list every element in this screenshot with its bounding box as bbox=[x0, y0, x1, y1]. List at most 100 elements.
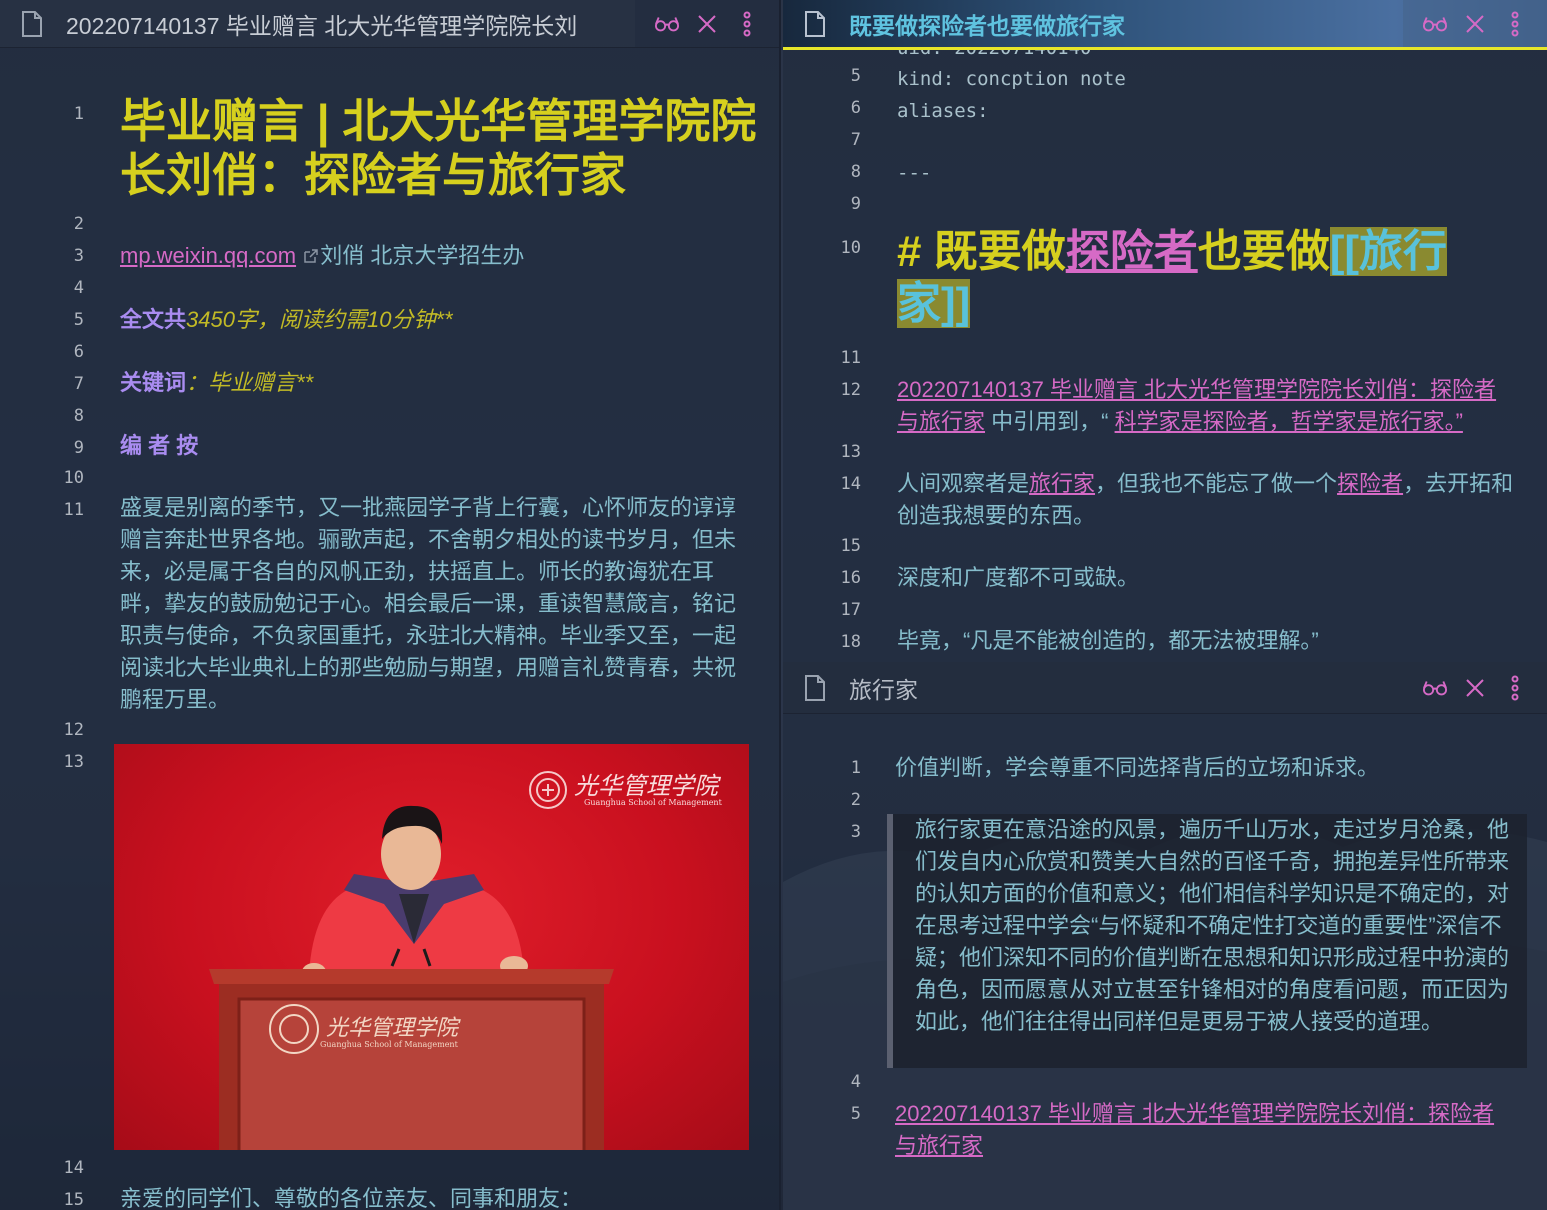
frontmatter-uid: uid: 202207140140 bbox=[897, 50, 1091, 64]
note-heading: # 既要做探险者也要做[[旅行家]] bbox=[897, 226, 1497, 330]
left-pane-title[interactable]: 202207140137 毕业赠言 北大光华管理学院院长刘 bbox=[66, 7, 635, 41]
word-count-label: 全文共 bbox=[120, 307, 187, 332]
more-options-icon[interactable] bbox=[1503, 11, 1527, 36]
line-number: 11 bbox=[63, 500, 84, 520]
right-top-pane-content[interactable]: 4 uid: 202207140140 5 kind: concption no… bbox=[783, 50, 1547, 662]
line-number: 4 bbox=[783, 50, 861, 54]
line-number: 10 bbox=[840, 238, 861, 258]
external-link-icon bbox=[304, 249, 318, 263]
line-number: 3 bbox=[850, 822, 861, 842]
reference-quote[interactable]: 科学家是探险者，哲学家是旅行家。” bbox=[1115, 409, 1463, 434]
line-number: 11 bbox=[840, 348, 861, 368]
observer-paragraph: 人间观察者是旅行家，但我也不能忘了做一个探险者，去开拓和创造我想要的东西。 bbox=[897, 468, 1517, 532]
more-options-icon[interactable] bbox=[1503, 675, 1527, 700]
more-options-icon[interactable] bbox=[735, 11, 759, 36]
heading-wikilink[interactable]: [[旅行 bbox=[1329, 227, 1448, 276]
reading-mode-icon[interactable] bbox=[1423, 12, 1447, 36]
line-number: 7 bbox=[73, 374, 84, 394]
line-number: 13 bbox=[840, 442, 861, 462]
value-judgment-line: 价值判断，学会尊重不同选择背后的立场和诉求。 bbox=[895, 755, 1380, 780]
heading-text: 既要做 bbox=[933, 227, 1066, 276]
close-icon[interactable] bbox=[1463, 676, 1487, 700]
document-icon bbox=[805, 674, 825, 701]
line-number: 9 bbox=[850, 194, 861, 214]
line-number: 14 bbox=[840, 474, 861, 494]
right-bottom-pane-title[interactable]: 旅行家 bbox=[849, 671, 1403, 705]
reference-text: 中引用到，“ bbox=[985, 409, 1115, 434]
depth-breadth-line: 深度和广度都不可或缺。 bbox=[897, 565, 1140, 590]
intro-paragraph: 盛夏是别离的季节，又一批燕园学子背上行囊，心怀师友的谆谆赠言奔赴世界各地。骊歌声… bbox=[120, 495, 737, 712]
word-count-line: 全文共3450字，阅读约需10分钟** bbox=[120, 304, 453, 336]
line-number: 5 bbox=[73, 310, 84, 330]
right-bottom-pane-header: 旅行家 bbox=[783, 662, 1547, 714]
heading-marker: # bbox=[897, 227, 934, 276]
right-bottom-pane-content[interactable]: 1 价值判断，学会尊重不同选择背后的立场和诉求。 2 3 旅行家更在意沿途的风景… bbox=[783, 714, 1547, 1210]
right-top-pane-title[interactable]: 既要做探险者也要做旅行家 bbox=[849, 7, 1403, 41]
embedded-photo: 光华管理学院 Guanghua School of Management 光华管… bbox=[114, 744, 749, 1150]
line-number: 15 bbox=[840, 536, 861, 556]
line-number: 12 bbox=[63, 720, 84, 740]
reference-line: 202207140137 毕业赠言 北大光华管理学院院长刘俏：探险者与旅行家 中… bbox=[897, 374, 1517, 438]
line-number: 5 bbox=[850, 66, 861, 86]
line-number: 8 bbox=[850, 162, 861, 182]
line-number: 17 bbox=[840, 600, 861, 620]
frontmatter-separator: --- bbox=[897, 162, 932, 184]
greeting-line: 亲爱的同学们、尊敬的各位亲友、同事和朋友： bbox=[120, 1186, 583, 1210]
document-icon bbox=[805, 10, 825, 37]
source-author: 刘俏 北京大学招生办 bbox=[320, 243, 525, 268]
left-pane-header: 202207140137 毕业赠言 北大光华管理学院院长刘 bbox=[0, 0, 779, 48]
frontmatter-kind: kind: concption note bbox=[897, 68, 1126, 90]
line-number: 8 bbox=[73, 406, 84, 426]
podium-logo-chinese: 光华管理学院 bbox=[326, 1016, 459, 1041]
paragraph-text: ，但我也不能忘了做一个 bbox=[1095, 471, 1338, 496]
source-line: mp.weixin.qq.com 刘俏 北京大学招生办 bbox=[120, 240, 760, 272]
document-icon bbox=[22, 10, 42, 37]
word-count-value: 3450字，阅读约需10分钟** bbox=[186, 307, 453, 332]
line-number: 12 bbox=[840, 380, 861, 400]
speaker-figure bbox=[209, 805, 614, 1150]
line-number: 16 bbox=[840, 568, 861, 588]
reading-mode-icon[interactable] bbox=[1423, 676, 1447, 700]
heading-line: 长刘俏：探险者与旅行家 bbox=[120, 149, 626, 201]
left-pane-actions bbox=[635, 0, 779, 47]
close-icon[interactable] bbox=[1463, 12, 1487, 36]
keywords-line: 关键词：毕业赠言** bbox=[120, 367, 313, 399]
left-pane-content[interactable]: 1 毕业赠言 | 北大光华管理学院院 长刘俏：探险者与旅行家 2 3 mp.we… bbox=[0, 48, 779, 1210]
right-bottom-pane-actions bbox=[1403, 662, 1547, 713]
heading-wikilink[interactable]: 家]] bbox=[897, 279, 971, 328]
right-top-pane-header: 既要做探险者也要做旅行家 bbox=[783, 0, 1547, 50]
line-number: 5 bbox=[850, 1104, 861, 1124]
line-number: 6 bbox=[850, 98, 861, 118]
line-number: 4 bbox=[850, 1072, 861, 1092]
right-bottom-editor-pane: 旅行家 1 价值判断，学会尊重不同选择背后的立场和诉求。 2 3 旅行家更在意沿… bbox=[783, 662, 1547, 1210]
source-link[interactable]: mp.weixin.qq.com bbox=[120, 243, 296, 268]
conclusion-line: 毕竟，“凡是不能被创造的，都无法被理解。” bbox=[897, 628, 1319, 653]
close-icon[interactable] bbox=[695, 12, 719, 36]
heading-line: 毕业赠言 | 北大光华管理学院院 bbox=[120, 95, 757, 147]
keywords-label: 关键词 bbox=[120, 370, 187, 395]
line-number: 9 bbox=[73, 438, 84, 458]
heading-link-explorer[interactable]: 探险者 bbox=[1066, 227, 1198, 276]
keywords-value: ：毕业赠言** bbox=[186, 370, 314, 395]
line-number: 2 bbox=[73, 214, 84, 234]
editor-note-heading: 编 者 按 bbox=[120, 433, 199, 458]
link-traveler[interactable]: 旅行家 bbox=[1029, 471, 1095, 496]
right-top-editor-pane: 既要做探险者也要做旅行家 4 uid: 202207140140 5 kind:… bbox=[783, 0, 1547, 662]
line-number: 1 bbox=[850, 758, 861, 778]
link-explorer[interactable]: 探险者 bbox=[1337, 471, 1403, 496]
line-number: 14 bbox=[63, 1158, 84, 1178]
frontmatter-aliases: aliases: bbox=[897, 100, 989, 122]
line-number: 6 bbox=[73, 342, 84, 362]
backlink[interactable]: 202207140137 毕业赠言 北大光华管理学院院长刘俏：探险者与旅行家 bbox=[895, 1101, 1494, 1158]
paragraph-text: 人间观察者是 bbox=[897, 471, 1030, 496]
line-number: 18 bbox=[840, 632, 861, 652]
traveler-blockquote: 旅行家更在意沿途的风景，遍历千山万水，走过岁月沧桑，他们发自内心欣赏和赞美大自然… bbox=[887, 814, 1527, 1068]
line-number: 2 bbox=[850, 790, 861, 810]
line-number: 4 bbox=[73, 278, 84, 298]
heading-text: 也要做 bbox=[1197, 227, 1330, 276]
line-number: 15 bbox=[63, 1190, 84, 1210]
reading-mode-icon[interactable] bbox=[655, 12, 679, 36]
line-number: 7 bbox=[850, 130, 861, 150]
right-top-pane-actions bbox=[1403, 0, 1547, 47]
line-number: 1 bbox=[73, 104, 84, 124]
